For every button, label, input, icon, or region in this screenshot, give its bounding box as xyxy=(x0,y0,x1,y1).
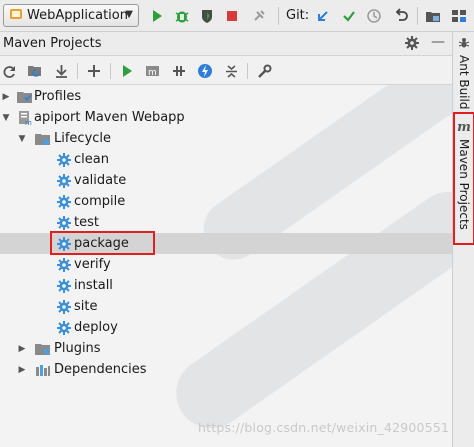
lifecycle-folder-icon xyxy=(35,131,51,147)
goal-gear-icon xyxy=(56,194,72,210)
plugins-folder-icon xyxy=(35,341,51,357)
maven-projects-tab[interactable]: m Maven Projects xyxy=(453,112,474,245)
goal-gear-icon xyxy=(56,299,72,315)
goal-gear-icon xyxy=(56,152,72,168)
plug-icon[interactable] xyxy=(250,7,268,25)
toolbar-divider xyxy=(77,63,78,79)
lifecycle-goal-clean[interactable]: clean xyxy=(0,149,452,170)
git-update-icon[interactable] xyxy=(314,7,332,25)
tree-node-label: Lifecycle xyxy=(54,131,112,146)
chevron-down-icon[interactable]: ▼ xyxy=(1,113,11,123)
panel-title: Maven Projects xyxy=(3,36,102,51)
toolbar-divider xyxy=(110,63,111,79)
run-config-label: WebApplication xyxy=(27,8,128,23)
goal-label: verify xyxy=(74,257,111,272)
goal-gear-icon xyxy=(56,257,72,273)
goal-gear-icon xyxy=(56,215,72,231)
lifecycle-goal-site[interactable]: site xyxy=(0,296,452,317)
tomcat-icon xyxy=(9,7,23,24)
coverage-icon[interactable] xyxy=(198,7,216,25)
goal-label: install xyxy=(74,278,113,293)
main-toolbar: WebApplication ▼ Git: xyxy=(0,0,474,32)
toolbar-divider xyxy=(278,7,279,25)
add-icon[interactable] xyxy=(85,62,103,80)
ant-build-tab[interactable]: Ant Build xyxy=(455,36,473,109)
folder-icon xyxy=(17,89,33,105)
goal-gear-icon xyxy=(56,173,72,189)
run-maven-build-icon[interactable] xyxy=(118,62,136,80)
dependencies-icon xyxy=(35,362,51,378)
lifecycle-goal-validate[interactable]: validate xyxy=(0,170,452,191)
execute-goal-icon[interactable]: m xyxy=(144,62,162,80)
tree-node-label: Plugins xyxy=(54,341,101,356)
chevron-right-icon[interactable]: ▶ xyxy=(17,344,27,354)
maven-icon: m xyxy=(457,120,471,135)
goal-label: clean xyxy=(74,152,109,167)
toolbar-divider xyxy=(247,63,248,79)
goal-label: site xyxy=(74,299,98,314)
tree-node-profiles[interactable]: ▶ Profiles xyxy=(0,86,452,107)
lifecycle-goal-verify[interactable]: verify xyxy=(0,254,452,275)
maven-projects-label: Maven Projects xyxy=(457,139,471,230)
toolbar-divider xyxy=(417,7,418,25)
tree-node-label: apiport Maven Webapp xyxy=(34,110,185,125)
lifecycle-goal-compile[interactable]: compile xyxy=(0,191,452,212)
maven-projects-tree: ▶ Profiles ▼ m apiport Maven Webapp ▼ Li… xyxy=(0,85,452,447)
svg-text:m: m xyxy=(25,119,32,126)
goal-label: validate xyxy=(74,173,127,188)
tree-node-project[interactable]: ▼ m apiport Maven Webapp xyxy=(0,107,452,128)
tree-node-label: Profiles xyxy=(34,89,82,104)
run-icon[interactable] xyxy=(148,7,166,25)
goal-label: compile xyxy=(74,194,126,209)
ant-icon xyxy=(458,36,470,51)
goal-label: deploy xyxy=(74,320,118,335)
lifecycle-goal-install[interactable]: install xyxy=(0,275,452,296)
tree-node-lifecycle[interactable]: ▼ Lifecycle xyxy=(0,128,452,149)
chevron-down-icon[interactable]: ▼ xyxy=(17,134,27,144)
history-icon[interactable] xyxy=(365,7,383,25)
download-icon[interactable] xyxy=(52,62,70,80)
git-commit-icon[interactable] xyxy=(340,7,358,25)
toggle-offline-icon[interactable] xyxy=(170,62,188,80)
tree-node-dependencies[interactable]: ▶ Dependencies xyxy=(0,359,452,380)
lifecycle-goal-deploy[interactable]: deploy xyxy=(0,317,452,338)
svg-text:m: m xyxy=(148,68,157,78)
collapse-all-icon[interactable] xyxy=(222,62,240,80)
chevron-down-icon: ▼ xyxy=(125,9,133,20)
maven-toolbar: m xyxy=(0,56,452,85)
wrench-icon[interactable] xyxy=(255,62,273,80)
stop-icon[interactable] xyxy=(223,7,241,25)
git-label: Git: xyxy=(286,8,310,23)
maven-project-icon: m xyxy=(17,110,33,126)
right-tool-strip: Ant Build m Maven Projects xyxy=(452,32,474,447)
goal-label: test xyxy=(74,215,99,230)
generate-sources-icon[interactable] xyxy=(26,62,44,80)
structure-icon[interactable] xyxy=(450,7,468,25)
highlight-box-package xyxy=(50,231,155,255)
goal-gear-icon xyxy=(56,320,72,336)
debug-icon[interactable] xyxy=(173,7,191,25)
goal-gear-icon xyxy=(56,278,72,294)
project-structure-icon[interactable] xyxy=(424,7,442,25)
chevron-right-icon[interactable]: ▶ xyxy=(17,365,27,375)
watermark-url: https://blog.csdn.net/weixin_42900551 xyxy=(198,420,450,435)
lifecycle-goal-test[interactable]: test xyxy=(0,212,452,233)
chevron-right-icon[interactable]: ▶ xyxy=(1,92,11,102)
skip-tests-icon[interactable] xyxy=(196,62,214,80)
gear-icon[interactable] xyxy=(405,36,419,53)
tree-node-label: Dependencies xyxy=(54,362,147,377)
run-config-dropdown[interactable]: WebApplication ▼ xyxy=(3,4,139,27)
tree-node-plugins[interactable]: ▶ Plugins xyxy=(0,338,452,359)
ant-build-label: Ant Build xyxy=(457,55,471,110)
minimize-icon[interactable]: — xyxy=(431,34,445,50)
reimport-icon[interactable] xyxy=(0,62,18,80)
revert-icon[interactable] xyxy=(392,7,410,25)
panel-header: Maven Projects — xyxy=(0,32,452,56)
